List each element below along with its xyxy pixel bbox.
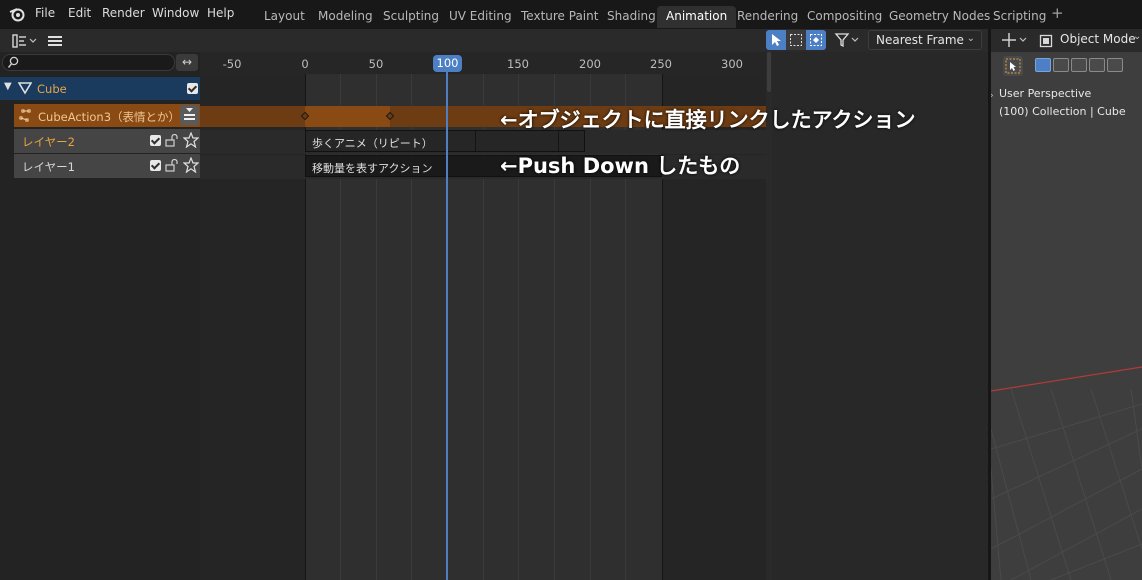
search-icon xyxy=(7,56,19,68)
menu-help[interactable]: Help xyxy=(207,6,234,20)
repeat-divider xyxy=(475,131,476,151)
action-keyframe-range xyxy=(305,106,390,127)
move-tool-icon xyxy=(1002,33,1027,47)
viewport-header: Object Mode ⌄ xyxy=(991,29,1142,52)
channel-search-input[interactable] xyxy=(2,54,175,71)
tab-layout[interactable]: Layout xyxy=(255,6,314,28)
action-name: CubeAction3（表情とか） xyxy=(38,110,181,124)
frame-tick: 200 xyxy=(579,57,601,71)
collection-info-label: (100) Collection | Cube xyxy=(999,105,1126,118)
select-extend-icon[interactable] xyxy=(1053,58,1069,72)
tab-animation[interactable]: Animation xyxy=(657,6,737,28)
box-select-icon[interactable] xyxy=(786,30,806,50)
action-icon xyxy=(19,109,31,122)
select-subtract-icon[interactable] xyxy=(1071,58,1087,72)
snap-mode-dropdown[interactable]: Nearest Frame ⌄ xyxy=(868,30,982,50)
strip-label: 歩くアニメ（リピート） xyxy=(312,137,433,150)
menu-file[interactable]: File xyxy=(35,6,55,20)
annotation-direct-action: ←オブジェクトに直接リンクしたアクション xyxy=(500,108,916,132)
nla-editor-icon xyxy=(12,33,37,48)
tab-texture-paint[interactable]: Texture Paint xyxy=(512,6,607,28)
top-menubar: File Edit Render Window Help Layout Mode… xyxy=(0,0,1142,29)
object-enable-checkbox[interactable] xyxy=(187,83,198,94)
channel-list: ↔ ▼ Cube CubeAction3（表情とか） レイヤー2 レイヤー1 xyxy=(0,52,200,580)
tab-modeling[interactable]: Modeling xyxy=(309,6,382,28)
select-intersect-icon[interactable] xyxy=(1107,58,1123,72)
lock-open-icon[interactable] xyxy=(165,159,179,172)
frame-tick: 50 xyxy=(368,57,384,71)
blender-logo-icon[interactable] xyxy=(9,6,25,22)
solo-star-icon[interactable] xyxy=(183,132,199,148)
track-name: レイヤー1 xyxy=(22,160,75,174)
frame-tick: 0 xyxy=(301,57,309,71)
transform-pivot-button[interactable] xyxy=(1001,31,1029,50)
disclosure-triangle-icon[interactable]: ▼ xyxy=(4,81,12,92)
repeat-divider xyxy=(558,131,559,151)
tab-rendering[interactable]: Rendering xyxy=(728,6,807,28)
chevron-down-icon: ⌄ xyxy=(966,33,975,44)
select-new-icon[interactable] xyxy=(1035,58,1051,72)
push-down-icon xyxy=(184,108,195,120)
tab-sculpting[interactable]: Sculpting xyxy=(374,6,448,28)
track-name: レイヤー2 xyxy=(22,135,75,149)
current-frame-indicator[interactable]: 100 xyxy=(433,55,462,72)
channel-row-action[interactable]: CubeAction3（表情とか） xyxy=(14,104,200,127)
3d-viewport[interactable]: Object Mode ⌄ User Perspective (100) Col… xyxy=(991,29,1142,580)
snap-mode-label: Nearest Frame xyxy=(876,33,964,47)
select-keyframes-icon[interactable] xyxy=(806,30,826,50)
chevron-down-icon: ⌄ xyxy=(1133,31,1142,42)
nla-track-row[interactable]: レイヤー1 xyxy=(14,154,200,178)
scrollbar-thumb[interactable] xyxy=(767,52,771,92)
strip-label: 移動量を表すアクション xyxy=(312,162,433,175)
object-mode-icon xyxy=(1039,34,1053,48)
tab-uv-editing[interactable]: UV Editing xyxy=(440,6,521,28)
frame-tick: -50 xyxy=(222,57,242,71)
track-mute-checkbox[interactable] xyxy=(150,160,161,171)
menu-hamburger-icon[interactable] xyxy=(45,31,65,50)
playhead-line[interactable] xyxy=(446,60,448,580)
push-down-button[interactable] xyxy=(180,105,199,125)
swap-button[interactable]: ↔ xyxy=(176,54,198,71)
channel-row-object[interactable]: ▼ Cube xyxy=(0,77,200,100)
annotation-push-down: ←Push Down したもの xyxy=(500,154,741,178)
nla-header: Nearest Frame ⌄ xyxy=(0,29,988,52)
tab-compositing[interactable]: Compositing xyxy=(798,6,891,28)
view-name-label: User Perspective xyxy=(999,87,1092,100)
menu-window[interactable]: Window xyxy=(152,6,199,20)
solo-star-icon[interactable] xyxy=(183,157,199,173)
mode-label: Object Mode xyxy=(1060,32,1136,46)
select-invert-icon[interactable] xyxy=(1089,58,1105,72)
object-data-icon xyxy=(18,82,32,95)
sidebar-expand-icon[interactable]: › xyxy=(991,91,994,101)
add-workspace-button[interactable]: + xyxy=(1051,4,1064,22)
frame-tick: 250 xyxy=(650,57,672,71)
tab-scripting[interactable]: Scripting xyxy=(984,6,1055,28)
editor-type-button[interactable] xyxy=(8,31,40,50)
frame-tick: 150 xyxy=(507,57,529,71)
object-name: Cube xyxy=(37,82,67,96)
viewport-toolbar xyxy=(991,52,1142,80)
select-tool-icon[interactable] xyxy=(766,30,786,50)
nla-track-row[interactable]: レイヤー2 xyxy=(14,129,200,153)
object-mode-dropdown[interactable]: Object Mode ⌄ xyxy=(1039,31,1142,50)
tab-shading[interactable]: Shading xyxy=(598,6,665,28)
menu-edit[interactable]: Edit xyxy=(68,6,91,20)
lock-open-icon[interactable] xyxy=(165,134,179,147)
tab-geometry-nodes[interactable]: Geometry Nodes xyxy=(880,6,999,28)
menu-render[interactable]: Render xyxy=(102,6,145,20)
frame-tick: 300 xyxy=(721,57,743,71)
filter-icon[interactable] xyxy=(832,30,862,50)
track-mute-checkbox[interactable] xyxy=(150,135,161,146)
frame-ruler[interactable]: -50 0 50 100 150 200 250 300 xyxy=(200,52,766,74)
toolbar-toggle-icon[interactable] xyxy=(1003,56,1023,76)
